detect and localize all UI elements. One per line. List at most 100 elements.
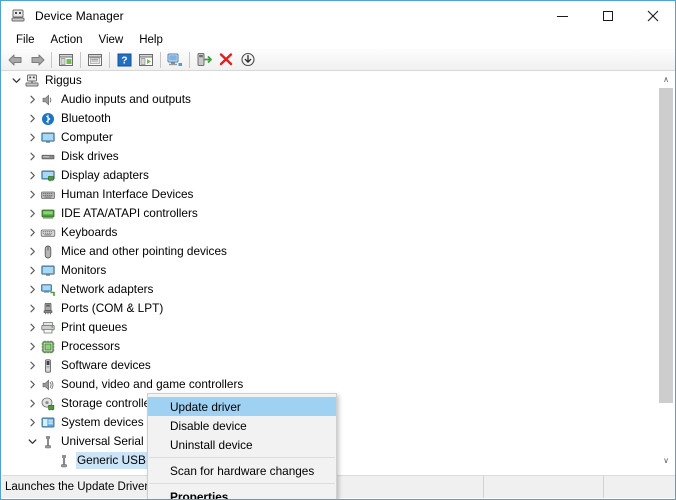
chevron-right-icon[interactable] bbox=[24, 204, 40, 223]
context-menu-item-disable-device[interactable]: Disable device bbox=[148, 416, 336, 435]
tree-label-category: Keyboards bbox=[61, 225, 118, 239]
scrollbar-thumb[interactable] bbox=[659, 88, 673, 403]
scrollbar-track[interactable] bbox=[658, 88, 674, 452]
chevron-right-icon[interactable] bbox=[24, 147, 40, 166]
toolbar-separator bbox=[109, 51, 110, 68]
context-menu-separator bbox=[149, 457, 335, 458]
tree-label-category: Human Interface Devices bbox=[61, 187, 194, 201]
scroll-down-button[interactable]: ∨ bbox=[658, 452, 674, 469]
port-icon bbox=[40, 301, 56, 317]
tree-label-category: Sound, video and game controllers bbox=[61, 377, 244, 391]
device-manager-window: Device Manager File Action View Help ? R… bbox=[0, 0, 676, 500]
usb-icon bbox=[40, 434, 56, 450]
minimize-button[interactable] bbox=[540, 1, 585, 31]
context-menu-item-uninstall-device[interactable]: Uninstall device bbox=[148, 435, 336, 454]
chevron-right-icon[interactable] bbox=[24, 128, 40, 147]
chevron-right-icon[interactable] bbox=[24, 166, 40, 185]
scan-for-hardware-changes-icon[interactable] bbox=[164, 50, 186, 70]
show-hide-action-pane-icon[interactable] bbox=[135, 50, 157, 70]
chevron-right-icon[interactable] bbox=[24, 90, 40, 109]
chevron-down-icon[interactable] bbox=[8, 71, 24, 90]
tree-row-category[interactable]: Bluetooth bbox=[2, 109, 660, 128]
close-icon bbox=[647, 10, 658, 22]
uninstall-device-icon[interactable] bbox=[215, 50, 237, 70]
tree-label-category: Mice and other pointing devices bbox=[61, 244, 227, 258]
tree-label-category: Software devices bbox=[61, 358, 151, 372]
menu-bar: File Action View Help bbox=[1, 31, 675, 49]
chevron-right-icon[interactable] bbox=[24, 223, 40, 242]
chevron-right-icon[interactable] bbox=[24, 109, 40, 128]
chevron-right-icon[interactable] bbox=[24, 318, 40, 337]
tree-row-category[interactable]: Disk drives bbox=[2, 147, 660, 166]
tree-row-category[interactable]: Keyboards bbox=[2, 223, 660, 242]
chevron-right-icon[interactable] bbox=[24, 337, 40, 356]
chevron-right-icon[interactable] bbox=[24, 356, 40, 375]
chevron-right-icon[interactable] bbox=[24, 185, 40, 204]
vertical-scrollbar[interactable]: ∧ ∨ bbox=[657, 71, 674, 469]
monitor-icon bbox=[40, 130, 56, 146]
close-button[interactable] bbox=[630, 1, 675, 31]
tree-row-category[interactable]: Ports (COM & LPT) bbox=[2, 299, 660, 318]
back-arrow-icon[interactable] bbox=[4, 50, 26, 70]
maximize-icon bbox=[602, 11, 613, 21]
properties-icon[interactable] bbox=[84, 50, 106, 70]
tree-row-category[interactable]: Software devices bbox=[2, 356, 660, 375]
ide-controller-icon bbox=[40, 206, 56, 222]
title-bar: Device Manager bbox=[1, 1, 675, 31]
processor-icon bbox=[40, 339, 56, 355]
menu-file[interactable]: File bbox=[9, 33, 42, 47]
tree-row-category[interactable]: Processors bbox=[2, 337, 660, 356]
menu-help[interactable]: Help bbox=[132, 33, 170, 47]
context-menu-item-properties[interactable]: Properties bbox=[148, 487, 336, 500]
toolbar-separator bbox=[80, 51, 81, 68]
tree-label-category: Display adapters bbox=[61, 168, 149, 182]
tree-row-category[interactable]: IDE ATA/ATAPI controllers bbox=[2, 204, 660, 223]
tree-row-category[interactable]: Human Interface Devices bbox=[2, 185, 660, 204]
chevron-right-icon[interactable] bbox=[24, 413, 40, 432]
tree-row-category[interactable]: Display adapters bbox=[2, 166, 660, 185]
tree-row-root[interactable]: Riggus bbox=[2, 71, 660, 90]
tree-label-category: Monitors bbox=[61, 263, 107, 277]
tree-row-category[interactable]: Audio inputs and outputs bbox=[2, 90, 660, 109]
device-manager-icon bbox=[10, 8, 26, 24]
tree-label-root: Riggus bbox=[45, 73, 82, 87]
tree-row-category[interactable]: Print queues bbox=[2, 318, 660, 337]
chevron-right-icon[interactable] bbox=[24, 375, 40, 394]
context-menu[interactable]: Update driver Disable device Uninstall d… bbox=[147, 393, 337, 500]
chevron-right-icon[interactable] bbox=[24, 261, 40, 280]
system-device-icon bbox=[40, 415, 56, 431]
tree-category-list: Audio inputs and outputs Bluetooth Compute… bbox=[2, 90, 660, 432]
chevron-right-icon[interactable] bbox=[24, 242, 40, 261]
tree-label-category: Print queues bbox=[61, 320, 128, 334]
chevron-right-icon[interactable] bbox=[24, 299, 40, 318]
update-driver-icon[interactable] bbox=[193, 50, 215, 70]
tree-label-category: Network adapters bbox=[61, 282, 154, 296]
forward-arrow-icon[interactable] bbox=[26, 50, 48, 70]
toolbar-separator bbox=[189, 51, 190, 68]
tree-row-category[interactable]: Monitors bbox=[2, 261, 660, 280]
svg-text:?: ? bbox=[121, 55, 127, 66]
disable-device-icon[interactable] bbox=[237, 50, 259, 70]
tree-row-category[interactable]: Mice and other pointing devices bbox=[2, 242, 660, 261]
tree-label-category: System devices bbox=[61, 415, 144, 429]
maximize-button[interactable] bbox=[585, 1, 630, 31]
bluetooth-icon bbox=[40, 111, 56, 127]
chevron-right-icon[interactable] bbox=[24, 394, 40, 413]
help-icon[interactable]: ? bbox=[113, 50, 135, 70]
menu-action[interactable]: Action bbox=[44, 33, 90, 47]
context-menu-item-update-driver[interactable]: Update driver bbox=[148, 397, 336, 416]
context-menu-item-scan-for-hardware-changes[interactable]: Scan for hardware changes bbox=[148, 461, 336, 480]
show-hide-console-tree-icon[interactable] bbox=[55, 50, 77, 70]
chevron-right-icon[interactable] bbox=[24, 280, 40, 299]
tree-row-category[interactable]: Computer bbox=[2, 128, 660, 147]
sound-controller-icon bbox=[40, 377, 56, 393]
menu-view[interactable]: View bbox=[92, 33, 131, 47]
tree-row-category[interactable]: Network adapters bbox=[2, 280, 660, 299]
chevron-down-icon[interactable] bbox=[24, 432, 40, 451]
tree-row-category[interactable]: Sound, video and game controllers bbox=[2, 375, 660, 394]
window-title: Device Manager bbox=[35, 9, 124, 23]
scroll-up-button[interactable]: ∧ bbox=[658, 71, 674, 88]
hid-icon bbox=[40, 187, 56, 203]
minimize-icon bbox=[557, 15, 568, 17]
speaker-icon bbox=[40, 92, 56, 108]
